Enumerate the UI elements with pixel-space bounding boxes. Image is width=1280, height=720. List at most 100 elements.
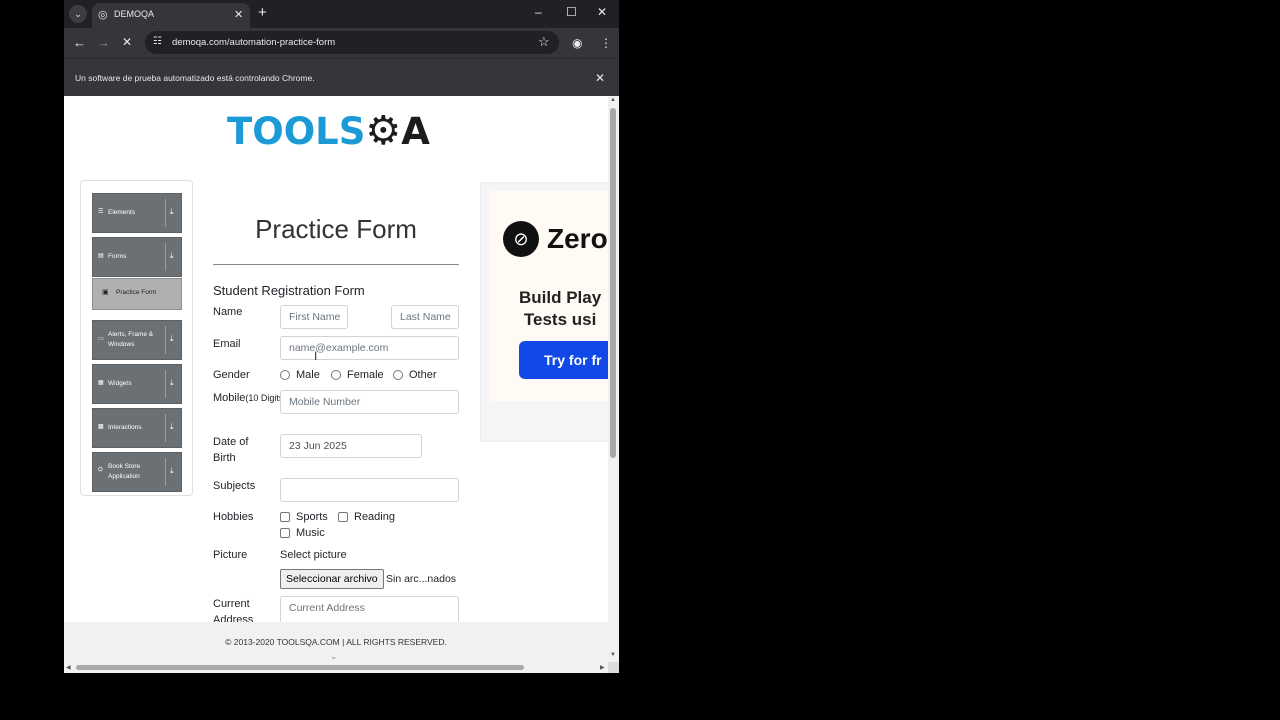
automation-infobar: Un software de prueba automatizado está … <box>64 58 619 97</box>
toolsqa-logo[interactable]: TOOLS⚙A <box>227 108 430 156</box>
file-status-text: Sin arc...nados <box>386 573 457 585</box>
tab-demoqa[interactable]: ◎ DEMOQA ✕ <box>92 3 250 28</box>
forward-icon[interactable]: → <box>97 35 110 50</box>
picture-label: Picture <box>213 549 248 561</box>
gender-male-label[interactable]: Male <box>296 369 320 381</box>
group-label: Widgets <box>108 380 132 387</box>
logo-text-tools: TOOLS <box>227 110 366 153</box>
hobby-sports-label[interactable]: Sports <box>296 511 328 523</box>
browser-window: ⌄ ◎ DEMOQA ✕ + – ☐ ✕ ← → ✕ ☷ demoqa.com/… <box>64 0 619 673</box>
group-label: Alerts, Frame & Windows <box>108 331 154 348</box>
dob-label-line1: Date of <box>213 436 249 448</box>
sidebar-group-interactions[interactable]: ▩ Interactions ⤓ <box>92 408 182 448</box>
ad-cta-button[interactable]: Try for fr <box>519 341 608 379</box>
browser-toolbar: ← → ✕ ☷ demoqa.com/automation-practice-f… <box>64 28 619 58</box>
scroll-left-arrow-icon[interactable]: ◀ <box>66 664 71 671</box>
group-label: Interactions <box>108 424 142 431</box>
interactions-icon: ▩ <box>98 424 104 430</box>
divider <box>165 370 166 398</box>
hobby-reading-label[interactable]: Reading <box>354 511 395 523</box>
zerostep-logo-icon: ⊘ <box>503 221 539 257</box>
profile-icon[interactable]: ◉ <box>572 36 582 50</box>
logo-text-a: A <box>401 110 430 153</box>
widgets-icon: ▦ <box>98 380 104 386</box>
group-label: Elements <box>108 209 136 216</box>
group-label: Book Store Application <box>108 463 141 480</box>
sidebar-group-forms[interactable]: ▤ Forms ⤓ <box>92 237 182 277</box>
advertisement[interactable]: ⊘ Zero Build Play Tests usi Try for fr <box>480 182 608 442</box>
email-input[interactable]: name@example.com <box>280 336 459 360</box>
ad-headline-line2: Tests usi <box>523 310 597 329</box>
subjects-input[interactable] <box>280 478 459 502</box>
page-footer: © 2013-2020 TOOLSQA.COM | ALL RIGHTS RES… <box>64 622 608 662</box>
first-name-input[interactable]: First Name <box>280 305 348 329</box>
expand-arrow-icon[interactable]: ⤓ <box>170 422 174 432</box>
scroll-up-arrow-icon[interactable]: ▲ <box>610 97 616 103</box>
scroll-right-arrow-icon[interactable]: ▶ <box>600 664 605 671</box>
hobbies-label: Hobbies <box>213 511 254 523</box>
scroll-down-arrow-icon[interactable]: ▼ <box>610 652 616 658</box>
new-tab-icon[interactable]: + <box>258 4 267 21</box>
hobby-reading-checkbox[interactable] <box>338 512 348 522</box>
bookmark-star-icon[interactable]: ☆ <box>538 34 550 50</box>
sidebar-group-widgets[interactable]: ▦ Widgets ⤓ <box>92 364 182 404</box>
tab-close-icon[interactable]: ✕ <box>234 8 243 21</box>
vertical-scroll-thumb[interactable] <box>610 108 616 458</box>
tab-bar: ⌄ ◎ DEMOQA ✕ + – ☐ ✕ <box>64 0 619 28</box>
sidebar-group-book-store[interactable]: ⛭ Book Store Application ⤓ <box>92 452 182 492</box>
left-panel: ☰ Elements ⤓ ▤ Forms ⤓ ▣ Practice Form ▭… <box>80 180 193 496</box>
list-icon: ☰ <box>98 209 104 215</box>
mobile-input[interactable]: Mobile Number <box>280 390 459 414</box>
minimize-icon[interactable]: – <box>535 5 542 19</box>
sidebar-item-practice-form[interactable]: ▣ Practice Form <box>92 278 182 310</box>
tab-title: DEMOQA <box>114 9 155 19</box>
vertical-scrollbar[interactable]: ▲ ▼ <box>608 96 619 662</box>
infobar-text: Un software de prueba automatizado está … <box>75 73 315 83</box>
close-window-icon[interactable]: ✕ <box>597 5 607 19</box>
window-icon: ▭ <box>98 336 104 342</box>
back-icon[interactable]: ← <box>73 35 86 50</box>
maximize-icon[interactable]: ☐ <box>566 5 577 19</box>
dob-label-line2: Birth <box>213 452 236 464</box>
expand-arrow-icon[interactable]: ⤓ <box>170 466 174 476</box>
demoqa-favicon-icon: ◎ <box>98 9 108 21</box>
ad-brand: Zero <box>547 223 608 254</box>
html5-icon: ▣ <box>102 289 109 296</box>
date-of-birth-input[interactable]: 23 Jun 2025 <box>280 434 422 458</box>
expand-arrow-icon[interactable]: ⤓ <box>170 251 174 261</box>
dob-label: Date of Birth <box>213 434 248 466</box>
horizontal-scroll-thumb[interactable] <box>76 665 524 670</box>
expand-arrow-icon[interactable]: ⤓ <box>170 207 174 217</box>
divider <box>165 199 166 227</box>
page-viewport: TOOLS⚙A ☰ Elements ⤓ ▤ Forms ⤓ ▣ Practic… <box>64 96 608 662</box>
gender-female-label[interactable]: Female <box>347 369 384 381</box>
form-icon: ▤ <box>98 253 104 259</box>
divider <box>165 458 166 486</box>
choose-file-button[interactable]: Seleccionar archivo <box>280 569 384 589</box>
gender-male-radio[interactable] <box>280 370 290 380</box>
hobby-sports-checkbox[interactable] <box>280 512 290 522</box>
gender-other-radio[interactable] <box>393 370 403 380</box>
infobar-close-icon[interactable]: ✕ <box>595 71 605 85</box>
form-heading: Student Registration Form <box>213 283 365 298</box>
divider <box>165 326 166 354</box>
site-info-icon[interactable]: ☷ <box>153 36 162 47</box>
tab-search-icon[interactable]: ⌄ <box>69 5 87 23</box>
gender-female-radio[interactable] <box>331 370 341 380</box>
horizontal-scrollbar[interactable]: ◀ ▶ <box>64 662 608 673</box>
divider <box>165 243 166 271</box>
url-text: demoqa.com/automation-practice-form <box>172 37 336 48</box>
last-name-input[interactable]: Last Name <box>391 305 459 329</box>
expand-arrow-icon[interactable]: ⤓ <box>170 334 174 344</box>
gender-other-label[interactable]: Other <box>409 369 437 381</box>
address-bar[interactable]: ☷ demoqa.com/automation-practice-form ☆ <box>145 31 559 54</box>
hobby-music-checkbox[interactable] <box>280 528 290 538</box>
hobby-music-label[interactable]: Music <box>296 527 325 539</box>
expand-arrow-icon[interactable]: ⤓ <box>170 378 174 388</box>
sidebar-group-elements[interactable]: ☰ Elements ⤓ <box>92 193 182 233</box>
menu-dots-icon[interactable]: ⋮ <box>600 36 612 50</box>
address-label-line1: Current <box>213 598 250 610</box>
stop-loading-icon[interactable]: ✕ <box>122 35 132 49</box>
scrollbar-corner <box>608 662 619 673</box>
sidebar-group-alerts[interactable]: ▭ Alerts, Frame & Windows ⤓ <box>92 320 182 360</box>
